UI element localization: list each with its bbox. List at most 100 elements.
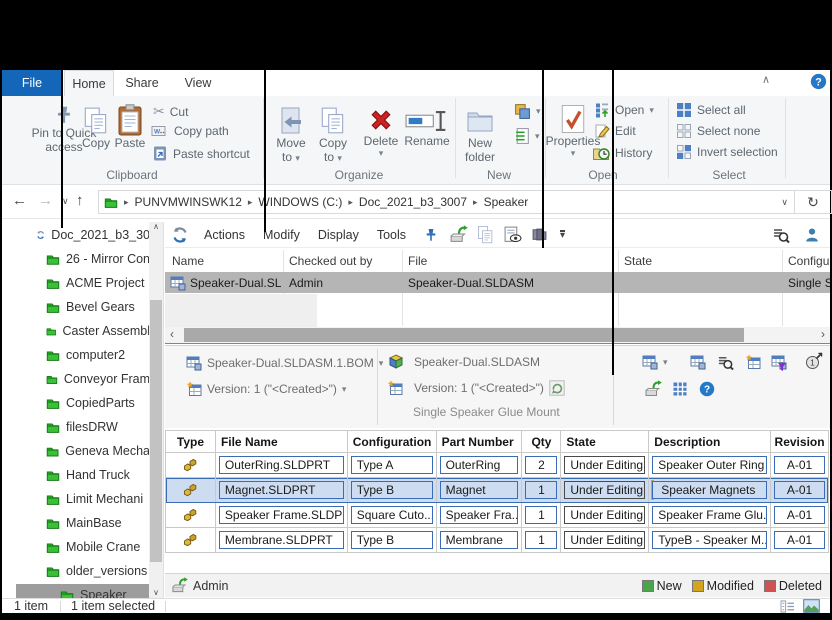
bom-col-qty[interactable]: Qty xyxy=(522,431,561,452)
open-button[interactable]: Open ▾ xyxy=(594,102,654,118)
bom-filter-icon[interactable] xyxy=(771,354,787,370)
cell-revision[interactable]: A-01 xyxy=(774,456,825,474)
column-header-configuration[interactable]: Configuration xyxy=(788,254,830,268)
edit-button[interactable]: Edit xyxy=(594,123,636,139)
forward-button[interactable]: → xyxy=(38,192,53,209)
scroll-left-icon[interactable]: ‹ xyxy=(170,327,174,341)
tree-item-folder[interactable]: Mobile Crane xyxy=(2,536,150,557)
cell-qty[interactable]: 1 xyxy=(525,481,557,499)
hscrollbar-thumb[interactable] xyxy=(184,328,744,342)
scroll-down-icon[interactable]: ∨ xyxy=(149,588,163,597)
tree-item-folder[interactable]: Conveyor Fram xyxy=(2,368,150,389)
scroll-up-icon[interactable]: ∧ xyxy=(149,222,163,231)
tree-item-folder[interactable]: Geneva Mecha xyxy=(2,440,150,461)
tree-item-speaker-selected[interactable]: Speaker xyxy=(16,584,150,598)
cell-file-name[interactable]: Membrane.SLDPRT xyxy=(219,531,344,549)
help-icon[interactable] xyxy=(810,73,827,90)
cell-part-number[interactable]: Speaker Fra... xyxy=(440,506,519,524)
bom-col-part-number[interactable]: Part Number xyxy=(437,431,523,452)
menu-actions[interactable]: Actions xyxy=(195,228,254,242)
column-header-checked-out-by[interactable]: Checked out by xyxy=(289,254,372,268)
file-row-hover[interactable] xyxy=(165,294,317,327)
bom-col-configuration[interactable]: Configuration xyxy=(348,431,437,452)
easy-access-button[interactable]: ▾ xyxy=(515,127,540,145)
cell-part-number[interactable]: OuterRing xyxy=(440,456,519,474)
refresh-button[interactable]: ↻ xyxy=(795,190,832,214)
new-item-button[interactable]: ▾ xyxy=(514,103,541,120)
cell-qty[interactable]: 1 xyxy=(525,506,557,524)
file-row-selected[interactable]: Speaker-Dual.SLDAS... Admin Speaker-Dual… xyxy=(165,272,830,293)
bom-row[interactable]: OuterRing.SLDPRT Type A OuterRing 2 Unde… xyxy=(166,453,828,478)
cell-file-name[interactable]: Magnet.SLDPRT xyxy=(219,481,344,499)
cell-file-name[interactable]: Speaker Frame.SLDPRT xyxy=(219,506,344,524)
column-header-name[interactable]: Name xyxy=(172,254,204,268)
cell-state[interactable]: Under Editing xyxy=(564,456,645,474)
bom-row[interactable]: Speaker Frame.SLDPRT Square Cuto... Spea… xyxy=(166,503,828,528)
tree-item-folder[interactable]: Limit Mechani xyxy=(2,488,150,509)
crumb-vault[interactable]: Doc_2021_b3_3007 xyxy=(353,195,473,209)
select-none-button[interactable]: Select none xyxy=(676,123,760,139)
history-button[interactable]: History xyxy=(592,144,652,162)
thumbnail-view-icon[interactable] xyxy=(803,599,820,613)
bom-search-icon[interactable] xyxy=(717,354,734,371)
cell-file-name[interactable]: OuterRing.SLDPRT xyxy=(219,456,344,474)
tree-scrollbar[interactable]: ∧ ∨ xyxy=(149,222,163,598)
cell-part-number[interactable]: Magnet xyxy=(440,481,519,499)
file-list-hscrollbar[interactable]: ‹ › xyxy=(165,327,830,343)
column-header-state[interactable]: State xyxy=(624,254,652,268)
bom-columns-icon[interactable] xyxy=(745,354,761,370)
properties-button[interactable]: Properties ▾ xyxy=(552,104,594,159)
menu-tools[interactable]: Tools xyxy=(368,228,415,242)
up-button[interactable]: ↑ xyxy=(76,192,84,209)
cell-state[interactable]: Under Editing xyxy=(564,506,645,524)
new-folder-button[interactable]: New folder xyxy=(460,106,500,164)
cell-revision[interactable]: A-01 xyxy=(774,531,825,549)
bom-col-description[interactable]: Description xyxy=(649,431,771,452)
cut-button[interactable]: ✂ Cut xyxy=(153,103,188,120)
crumb-server[interactable]: PUNVMWINSWK12 xyxy=(129,195,248,209)
scroll-right-icon[interactable]: › xyxy=(821,327,825,341)
tree-item-folder[interactable]: MainBase xyxy=(2,512,150,533)
tree-item-folder[interactable]: Hand Truck xyxy=(2,464,150,485)
bom-checkout-icon[interactable] xyxy=(644,380,662,398)
ribbon-collapse-icon[interactable]: ∧ xyxy=(762,73,770,86)
tree-item-folder[interactable]: computer2 xyxy=(2,344,150,365)
bom-tab-selector[interactable]: Speaker-Dual.SLDASM.1.BOM ▾ xyxy=(186,355,383,371)
check-in-icon[interactable] xyxy=(449,225,468,244)
bom-type-dropdown[interactable]: ▾ xyxy=(642,354,668,370)
crumb-folder[interactable]: Speaker xyxy=(478,195,535,209)
back-button[interactable]: ← xyxy=(12,192,27,209)
compass-quantity-icon[interactable] xyxy=(805,352,823,370)
tree-item-vault-root[interactable]: Doc_2021_b3_30 xyxy=(2,224,150,245)
tab-file[interactable]: File xyxy=(2,70,62,96)
tree-item-folder[interactable]: filesDRW xyxy=(2,416,150,437)
bom-goto-icon[interactable] xyxy=(690,354,706,370)
tree-item-folder[interactable]: older_versions xyxy=(2,560,150,581)
crumb-drive[interactable]: WINDOWS (C:) xyxy=(252,195,348,209)
breadcrumb[interactable]: ▸ PUNVMWINSWK12 ▸ WINDOWS (C:) ▸ Doc_202… xyxy=(98,190,795,214)
select-all-button[interactable]: Select all xyxy=(676,102,746,118)
copy-to-button[interactable]: Copy to ▾ xyxy=(312,106,354,164)
user-icon[interactable] xyxy=(804,227,820,243)
refresh-version-icon[interactable] xyxy=(549,380,565,396)
details-view-icon[interactable] xyxy=(780,600,795,613)
pane-splitter[interactable] xyxy=(163,222,164,598)
bom-col-state[interactable]: State xyxy=(561,431,649,452)
cell-part-number[interactable]: Membrane xyxy=(440,531,519,549)
cell-revision[interactable]: A-01 xyxy=(774,506,825,524)
tree-item-folder[interactable]: ACME Project xyxy=(2,272,150,293)
cell-state[interactable]: Under Editing xyxy=(564,481,645,499)
bom-version-selector[interactable]: Version: 1 ("<Created>") ▾ xyxy=(186,381,346,397)
column-header-file[interactable]: File xyxy=(408,254,427,268)
cell-description[interactable]: Speaker Magnets xyxy=(652,481,767,499)
tree-scrollbar-thumb[interactable] xyxy=(150,300,162,562)
bom-row-selected[interactable]: Magnet.SLDPRT Type B Magnet 1 Under Edit… xyxy=(166,478,828,503)
bom-help-icon[interactable] xyxy=(699,381,715,397)
tree-item-folder[interactable]: CopiedParts xyxy=(2,392,150,413)
address-dropdown[interactable]: ∨ xyxy=(781,197,788,208)
move-to-button[interactable]: Move to ▾ xyxy=(270,106,312,164)
copy-path-button[interactable]: Copy path xyxy=(151,124,229,138)
toolbar-overflow-icon[interactable]: ▾ xyxy=(560,230,565,240)
cell-configuration[interactable]: Type B xyxy=(351,481,433,499)
tree-item-folder[interactable]: Bevel Gears xyxy=(2,296,150,317)
